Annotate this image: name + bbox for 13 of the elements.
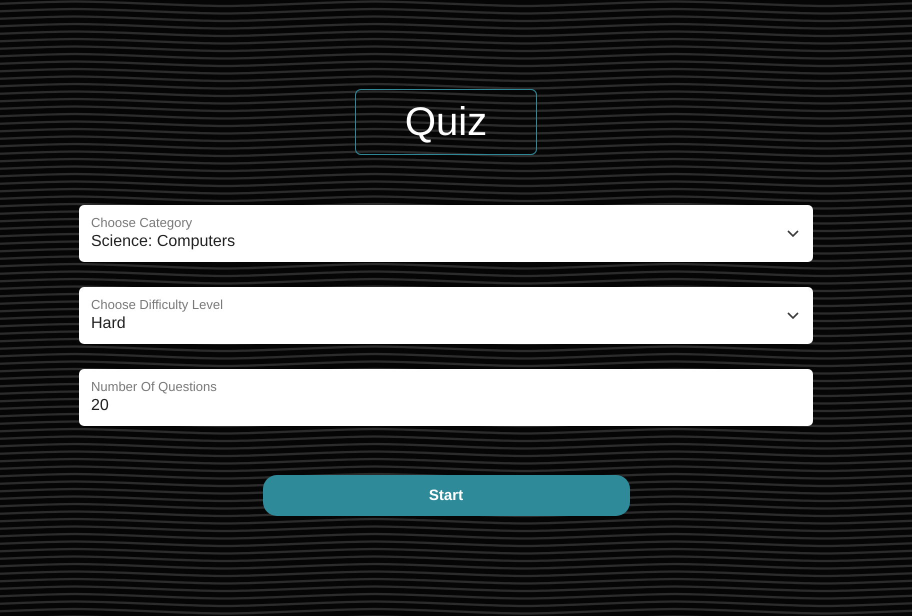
select-field[interactable]: Choose Difficulty Level Hard [79,287,813,344]
chevron-down-icon [787,312,799,319]
chevron-down-icon [787,230,799,237]
start-button[interactable]: Start [262,475,630,516]
field-value: Hard [91,314,127,334]
field-value: Science: Computers [91,232,236,252]
number-field[interactable]: Number Of Questions 20 [79,369,813,426]
field-label: Number Of Questions [91,379,218,395]
quiz-title: Quiz [355,89,537,155]
field-value: 20 [91,396,110,416]
field-label: Choose Category [91,215,194,231]
field-label: Choose Difficulty Level [91,297,224,313]
select-field[interactable]: Choose Category Science: Computers [79,205,813,262]
